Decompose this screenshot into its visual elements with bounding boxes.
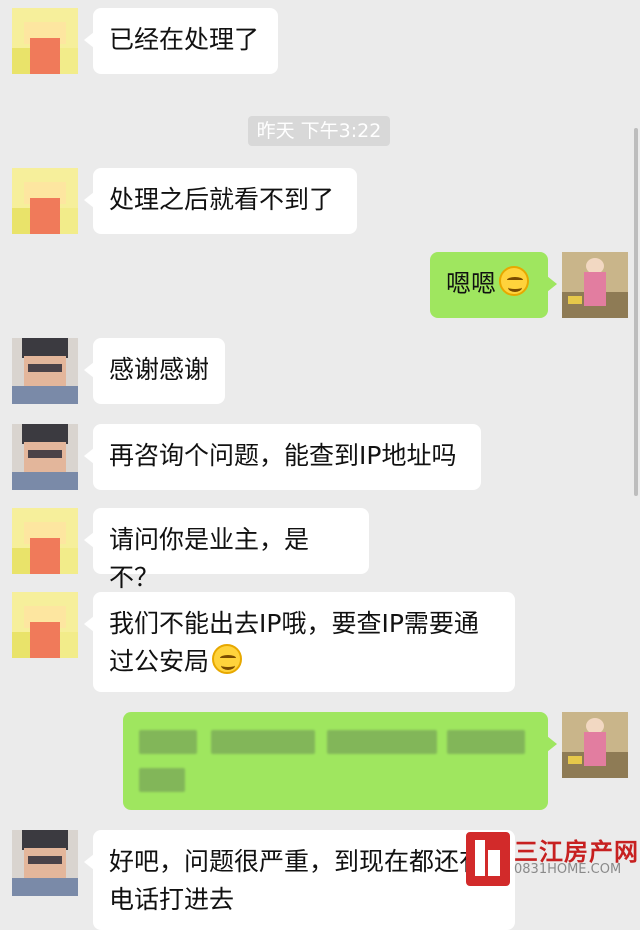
blurred-text bbox=[139, 768, 185, 792]
avatar-user[interactable] bbox=[12, 338, 78, 404]
site-watermark: 三江房产网 0831HOME.COM bbox=[466, 832, 640, 887]
blurred-text bbox=[139, 730, 197, 754]
message-bubble-incoming[interactable]: 请问你是业主，是不？ bbox=[84, 508, 369, 592]
smiling-face-icon bbox=[499, 266, 530, 296]
message-text: 再咨询个问题，能查到IP地址吗 bbox=[109, 441, 457, 470]
avatar-self[interactable] bbox=[562, 252, 628, 318]
message-text-line: 电话打进去 bbox=[109, 885, 235, 914]
message-text-line: 过公安局 bbox=[109, 643, 499, 681]
avatar-user[interactable] bbox=[12, 424, 78, 490]
avatar-agent[interactable] bbox=[12, 592, 78, 658]
message-bubble-incoming[interactable]: 好吧，问题很严重，到现在都还有 电话打进去 bbox=[84, 830, 515, 930]
scrollbar[interactable] bbox=[634, 128, 638, 496]
message-bubble-incoming[interactable]: 我们不能出去IP哦，要查IP需要通 过公安局 bbox=[84, 592, 515, 692]
message-bubble-incoming[interactable]: 再咨询个问题，能查到IP地址吗 bbox=[84, 424, 481, 490]
message-text: 已经在处理了 bbox=[109, 25, 260, 54]
message-text: 嗯嗯 bbox=[446, 269, 497, 298]
message-bubble-incoming[interactable]: 已经在处理了 bbox=[84, 8, 278, 74]
message-bubble-incoming[interactable]: 感谢感谢 bbox=[84, 338, 225, 404]
avatar-user[interactable] bbox=[12, 830, 78, 896]
message-text: 感谢感谢 bbox=[109, 355, 210, 384]
grinning-face-icon bbox=[212, 644, 243, 674]
avatar-agent[interactable] bbox=[12, 508, 78, 574]
avatar-agent[interactable] bbox=[12, 8, 78, 74]
avatar-agent[interactable] bbox=[12, 168, 78, 234]
blurred-text bbox=[211, 730, 315, 754]
building-logo-icon bbox=[466, 832, 510, 886]
watermark-url: 0831HOME.COM bbox=[514, 862, 622, 877]
blurred-text bbox=[327, 730, 437, 754]
message-text-line: 好吧，问题很严重，到现在都还有 bbox=[109, 847, 485, 876]
message-bubble-outgoing[interactable]: 嗯嗯 bbox=[430, 252, 557, 318]
message-text: 处理之后就看不到了 bbox=[109, 185, 335, 214]
message-bubble-outgoing-blurred[interactable] bbox=[123, 712, 557, 810]
message-text: 请问你是业主，是不？ bbox=[109, 525, 310, 592]
avatar-self[interactable] bbox=[562, 712, 628, 778]
blurred-text bbox=[447, 730, 525, 754]
timestamp-badge: 昨天 下午3:22 bbox=[248, 116, 390, 146]
message-text-line: 我们不能出去IP哦，要查IP需要通 bbox=[109, 609, 479, 638]
message-bubble-incoming[interactable]: 处理之后就看不到了 bbox=[84, 168, 357, 234]
